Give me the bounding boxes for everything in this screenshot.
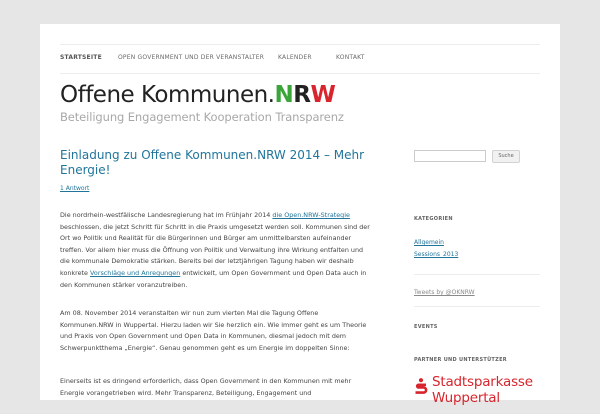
category-link-allgemein[interactable]: Allgemein bbox=[414, 239, 444, 246]
sparkasse-s-icon bbox=[415, 378, 428, 394]
sparkasse-logo[interactable]: Stadtsparkasse Wuppertal bbox=[414, 374, 540, 414]
search-input[interactable] bbox=[414, 150, 486, 162]
post-paragraph-1: Die nordrhein-westfälische Landesregieru… bbox=[60, 210, 372, 291]
post-paragraph-2: Am 08. November 2014 veranstalten wir nu… bbox=[60, 309, 367, 352]
category-link-sessions[interactable]: Sessions_2013 bbox=[414, 251, 458, 258]
comments-link[interactable]: 1 Antwort bbox=[60, 185, 89, 192]
nav-item-startseite[interactable]: STARTSEITE bbox=[60, 54, 102, 61]
sponsor-name-line2: Wuppertal bbox=[432, 390, 500, 406]
events-heading: EVENTS bbox=[414, 324, 438, 330]
search-button[interactable]: Suche bbox=[492, 150, 520, 163]
twitter-timeline-link[interactable]: Tweets by @OKNRW bbox=[414, 289, 475, 296]
site-logo[interactable]: Offene Kommunen.NRW bbox=[60, 82, 336, 108]
nav-item-open-government[interactable]: OPEN GOVERNMENT UND DER VERANSTALTER bbox=[118, 54, 264, 61]
logo-letter-n: N bbox=[274, 82, 294, 108]
logo-letter-w: W bbox=[310, 82, 336, 108]
main-content: Einladung zu Offene Kommunen.NRW 2014 – … bbox=[60, 148, 372, 397]
nav-item-kontakt[interactable]: KONTAKT bbox=[336, 54, 365, 61]
vorschlaege-link[interactable]: Vorschläge und Anregungen bbox=[90, 269, 180, 277]
divider bbox=[414, 274, 540, 275]
categories-heading: KATEGORIEN bbox=[414, 216, 453, 222]
sponsor-name-line1: Stadtsparkasse bbox=[432, 374, 533, 390]
open-nrw-strategie-link[interactable]: die Open.NRW-Strategie bbox=[272, 211, 350, 219]
post-paragraph-3: Einerseits ist es dringend erforderlich,… bbox=[60, 377, 352, 397]
site-title: Offene Kommunen. bbox=[60, 82, 275, 108]
nav-item-kalender[interactable]: KALENDER bbox=[278, 54, 312, 61]
paragraph-text: Die nordrhein-westfälische Landesregieru… bbox=[60, 211, 273, 219]
post-title[interactable]: Einladung zu Offene Kommunen.NRW 2014 – … bbox=[60, 148, 372, 178]
logo-letter-r: R bbox=[293, 82, 311, 108]
main-navigation: STARTSEITE OPEN GOVERNMENT UND DER VERAN… bbox=[60, 44, 540, 74]
partners-heading: PARTNER UND UNTERSTÜTZER bbox=[414, 357, 507, 363]
site-tagline: Beteiligung Engagement Kooperation Trans… bbox=[60, 110, 344, 124]
page-container: STARTSEITE OPEN GOVERNMENT UND DER VERAN… bbox=[40, 24, 560, 406]
divider bbox=[414, 306, 540, 307]
